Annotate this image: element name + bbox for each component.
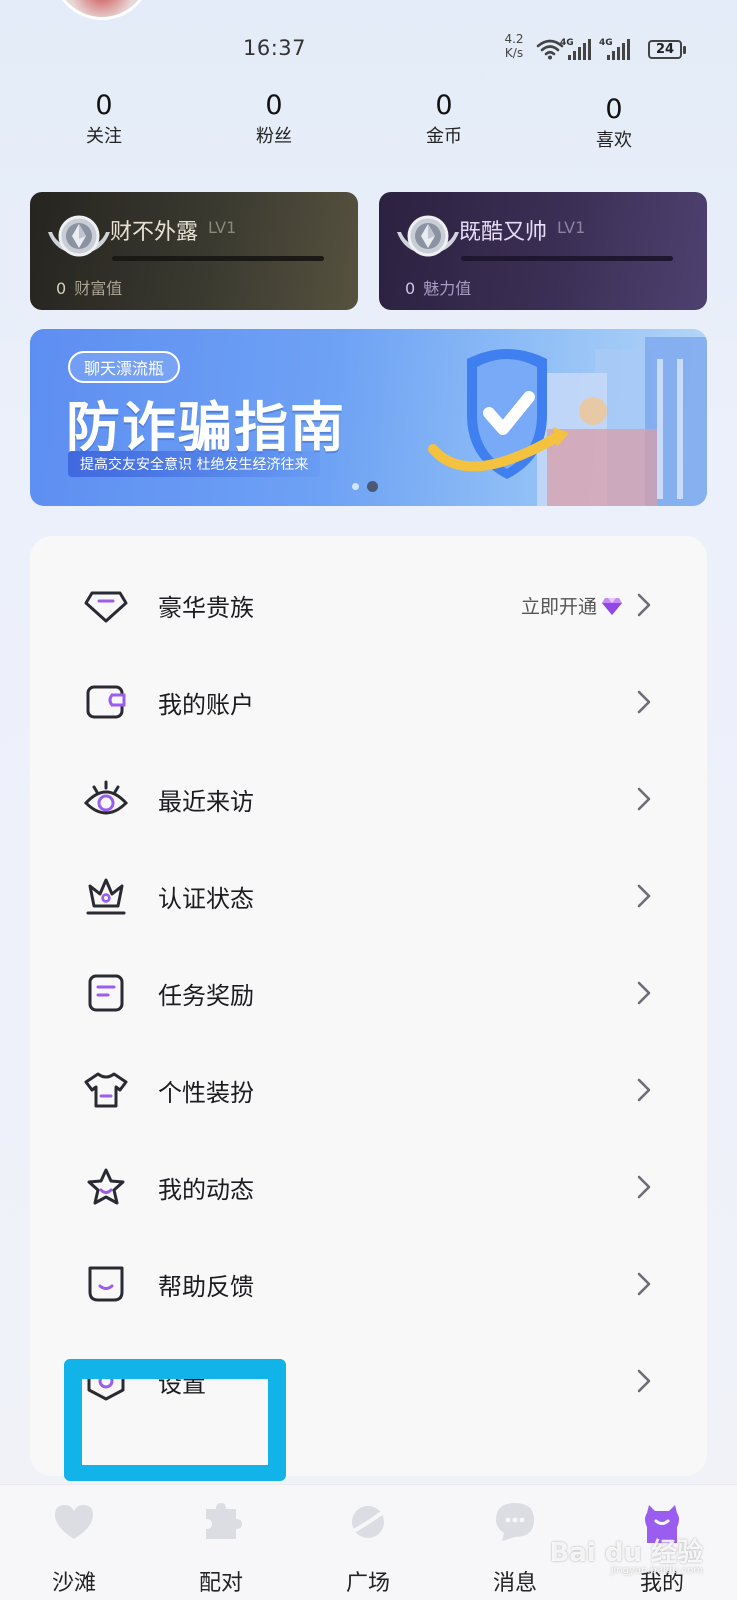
wealth-level: LV1 (208, 218, 237, 237)
eye-icon (84, 780, 128, 815)
stat-coins-label: 金币 (426, 126, 462, 147)
menu-label-feedback: 帮助反馈 (158, 1273, 254, 1301)
chevron-right-icon (637, 1272, 651, 1296)
stat-likes-value: 0 (605, 94, 623, 125)
silver-medal-icon (397, 215, 459, 257)
battery-icon: 24 (648, 40, 686, 59)
promo-banner[interactable]: 聊天漂流瓶 防诈骗指南 提高交友安全意识 杜绝发生经济往来 (30, 329, 707, 506)
charm-progress-bar (461, 256, 673, 261)
shield-check-illustration (428, 337, 707, 506)
star-icon (87, 1168, 125, 1205)
wealth-level-card[interactable]: 财不外露 LV1 0 财富值 (30, 192, 358, 310)
chevron-right-icon (637, 787, 651, 811)
menu-label-account: 我的账户 (158, 691, 254, 719)
menu-label-dressup: 个性装扮 (158, 1079, 254, 1107)
stat-coins[interactable]: 0 金币 (394, 88, 494, 150)
network-speed-value: 4.2 (504, 32, 524, 46)
menu-item-tasks[interactable]: 任务奖励 (30, 944, 707, 1042)
carousel-dot-1[interactable] (352, 483, 359, 490)
activate-now-text: 立即开通 (520, 596, 597, 618)
menu-item-account[interactable]: 我的账户 (30, 653, 707, 751)
tab-square[interactable]: 广场 (318, 1485, 418, 1600)
cell-signal-1-icon: 4G (560, 38, 598, 60)
charm-value: 0 (405, 279, 416, 298)
purple-gem-icon (602, 598, 622, 615)
charm-title: 既酷又帅 (459, 220, 548, 245)
wealth-value: 0 (56, 279, 67, 298)
puzzle-icon (206, 1503, 242, 1539)
battery-level: 24 (655, 42, 675, 57)
tab-beach[interactable]: 沙滩 (24, 1485, 124, 1600)
chevron-right-icon (637, 981, 651, 1005)
charm-level-card[interactable]: 既酷又帅 LV1 0 魅力值 (379, 192, 707, 310)
menu-label-verification: 认证状态 (158, 885, 254, 913)
cell-signal-2-icon: 4G (599, 38, 637, 60)
menu-item-visitors[interactable]: 最近来访 (30, 750, 707, 848)
silver-medal-icon (48, 215, 110, 257)
network-speed: 4.2 K/s (497, 32, 531, 60)
chevron-right-icon (637, 593, 651, 617)
network-speed-unit: K/s (504, 46, 524, 60)
chevron-right-icon (637, 1369, 651, 1393)
menu-extra-noble[interactable]: 立即开通 (521, 592, 623, 619)
menu-label-noble: 豪华贵族 (158, 594, 254, 622)
stat-fans-label: 粉丝 (256, 126, 292, 147)
diamond-icon (84, 591, 128, 623)
menu-item-dressup[interactable]: 个性装扮 (30, 1041, 707, 1139)
chat-icon (496, 1503, 534, 1541)
tshirt-icon (84, 1072, 128, 1108)
tab-match[interactable]: 配对 (171, 1485, 271, 1600)
tab-match-label: 配对 (198, 1571, 243, 1596)
chevron-right-icon (637, 690, 651, 714)
stat-following-value: 0 (95, 90, 113, 121)
chevron-right-icon (637, 884, 651, 908)
chevron-right-icon (637, 1175, 651, 1199)
stat-coins-value: 0 (435, 90, 453, 121)
menu-label-visitors: 最近来访 (158, 788, 254, 816)
carousel-indicator[interactable] (352, 481, 378, 492)
wealth-value-row: 0 财富值 (56, 275, 122, 299)
wealth-title: 财不外露 (110, 220, 199, 245)
charm-value-label: 魅力值 (423, 279, 472, 298)
menu-label-moments: 我的动态 (158, 1176, 254, 1204)
watermark: Bai du 经验 jingyan.baidu.com (550, 1532, 704, 1576)
wealth-value-label: 财富值 (74, 279, 123, 298)
menu-item-moments[interactable]: 我的动态 (30, 1138, 707, 1236)
profile-stats: 0 关注 0 粉丝 0 金币 0 喜欢 (0, 84, 737, 164)
planet-icon (348, 1506, 389, 1538)
banner-tag: 聊天漂流瓶 (68, 351, 181, 383)
banner-subtitle: 提高交友安全意识 杜绝发生经济往来 (68, 451, 321, 477)
watermark-text: Bai du 经验 (549, 1538, 704, 1568)
tab-beach-label: 沙滩 (51, 1571, 96, 1596)
heart-icon (55, 1505, 93, 1539)
carousel-dot-2[interactable] (367, 481, 378, 492)
stat-fans-value: 0 (265, 90, 283, 121)
menu-item-verification[interactable]: 认证状态 (30, 847, 707, 945)
crown-icon (86, 878, 126, 915)
tab-square-label: 广场 (345, 1571, 390, 1596)
menu-item-noble[interactable]: 豪华贵族 立即开通 (30, 556, 707, 654)
stat-likes[interactable]: 0 喜欢 (564, 92, 664, 154)
stat-following-label: 关注 (86, 126, 122, 147)
chevron-right-icon (637, 1078, 651, 1102)
wallet-icon (86, 685, 126, 719)
task-icon (88, 974, 124, 1012)
stat-following[interactable]: 0 关注 (54, 88, 154, 150)
menu-list: 豪华贵族 立即开通 我的账户 最近来访 认证状态 任务奖励 个性装扮 我的动态 … (30, 536, 707, 1476)
status-bar: 16:37 4.2 K/s 4G 4G 24 (0, 0, 737, 96)
status-time: 16:37 (243, 36, 307, 60)
menu-label-tasks: 任务奖励 (158, 982, 254, 1010)
settings-highlight-box (64, 1359, 286, 1481)
charm-level: LV1 (557, 218, 586, 237)
menu-item-feedback[interactable]: 帮助反馈 (30, 1235, 707, 1333)
charm-value-row: 0 魅力值 (405, 275, 471, 299)
wealth-progress-bar (112, 256, 324, 261)
stat-fans[interactable]: 0 粉丝 (224, 88, 324, 150)
stat-likes-label: 喜欢 (596, 130, 632, 151)
feedback-icon (88, 1266, 124, 1302)
